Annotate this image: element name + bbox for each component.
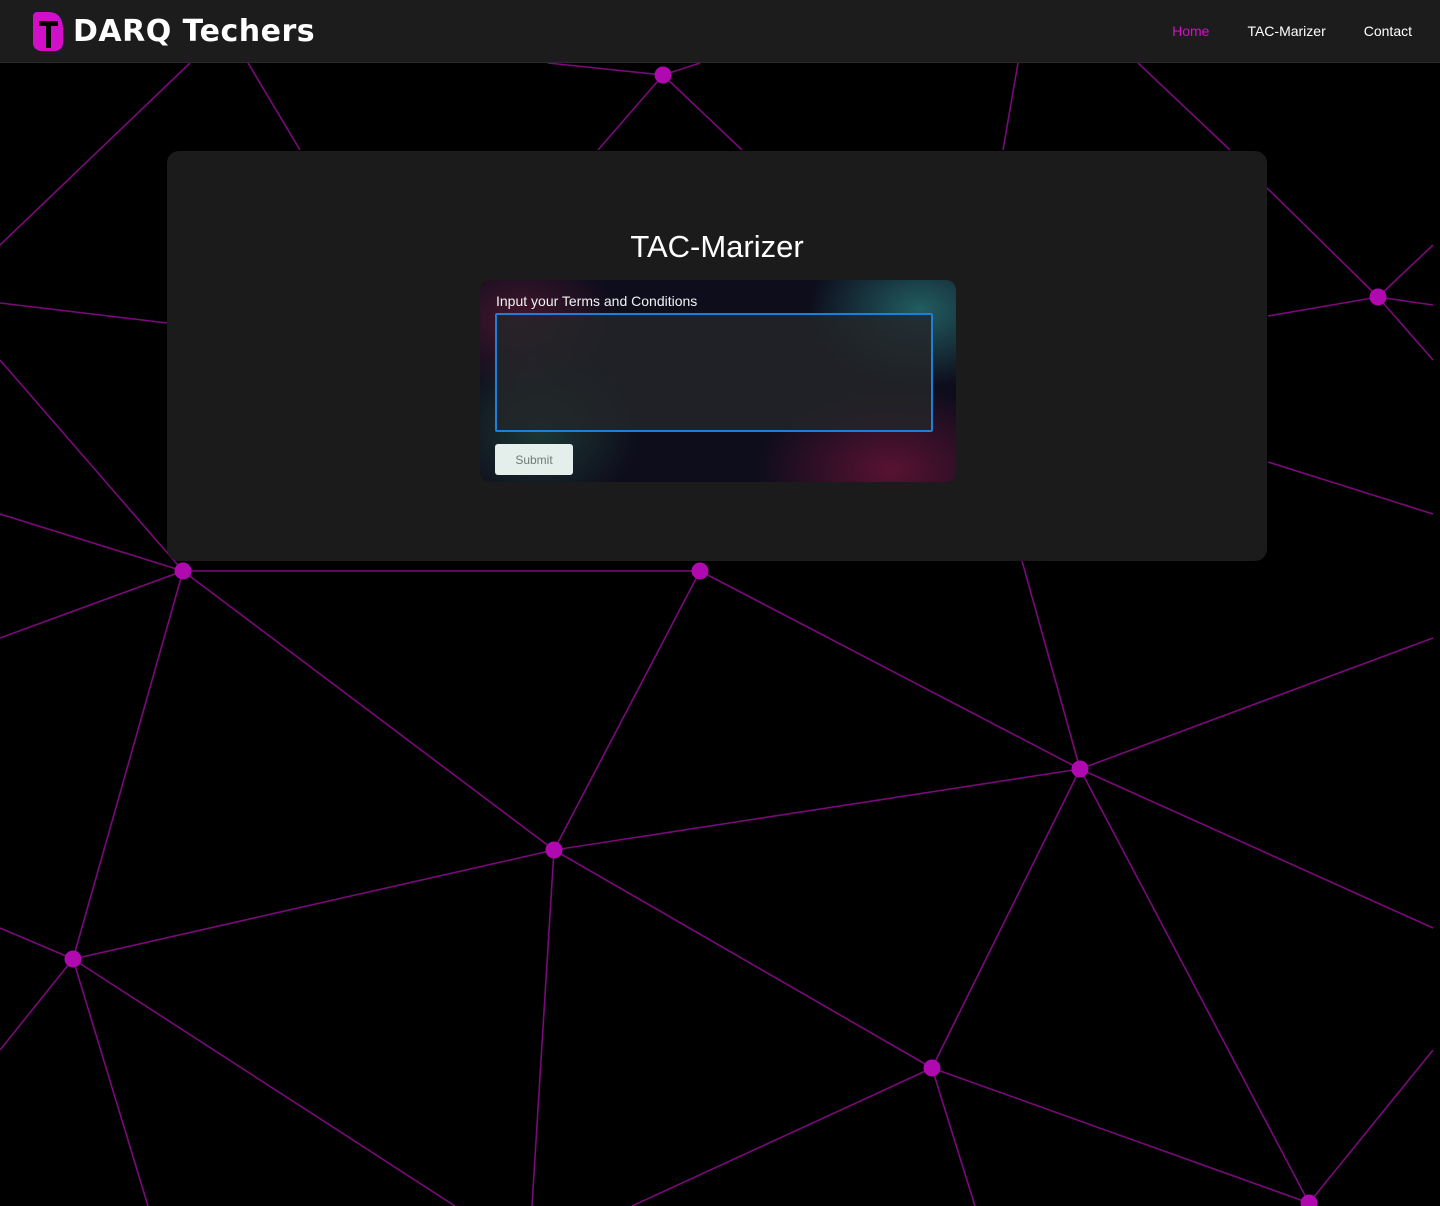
network-line: [1079, 768, 1434, 929]
network-line: [553, 849, 933, 1069]
network-line: [1377, 244, 1434, 298]
terms-textarea[interactable]: [495, 313, 933, 432]
network-node: [64, 950, 82, 968]
network-line: [0, 927, 74, 960]
nav-link-home[interactable]: Home: [1172, 23, 1209, 39]
tac-form: Input your Terms and Conditions Submit: [480, 280, 956, 482]
network-line: [699, 570, 1081, 770]
submit-button[interactable]: Submit: [495, 444, 573, 475]
form-label: Input your Terms and Conditions: [496, 293, 698, 309]
network-node: [691, 562, 709, 580]
network-node: [1071, 760, 1089, 778]
network-line: [662, 74, 743, 151]
network-line: [72, 570, 184, 960]
darq-t-logo-icon: [33, 11, 63, 51]
network-line: [1137, 62, 1231, 151]
network-line: [1377, 296, 1434, 361]
page-title: TAC-Marizer: [630, 229, 804, 264]
network-line: [1079, 637, 1434, 770]
network-line: [0, 958, 74, 1051]
main-nav: Home TAC-Marizer Contact: [1134, 0, 1412, 62]
network-line: [0, 62, 191, 246]
network-node: [923, 1059, 941, 1077]
network-line: [72, 958, 456, 1206]
network-node: [1369, 288, 1387, 306]
network-line: [72, 849, 555, 960]
network-node: [545, 841, 563, 859]
network-node: [174, 562, 192, 580]
network-line: [1264, 185, 1379, 298]
network-line: [0, 302, 168, 324]
network-line: [0, 513, 184, 572]
network-line: [531, 849, 555, 1206]
network-line: [553, 570, 701, 851]
brand-name: DARQ Techers: [73, 13, 316, 49]
network-line: [247, 62, 301, 151]
network-line: [931, 1067, 976, 1206]
network-line: [1308, 1049, 1434, 1204]
main-panel: TAC-Marizer Input your Terms and Conditi…: [167, 151, 1267, 561]
brand[interactable]: DARQ Techers: [33, 7, 315, 55]
network-line: [1021, 560, 1081, 770]
network-line: [547, 62, 664, 76]
network-line: [1002, 62, 1019, 151]
network-line: [931, 768, 1081, 1069]
network-line: [182, 570, 555, 851]
nav-link-contact[interactable]: Contact: [1364, 23, 1412, 39]
network-line: [0, 570, 184, 639]
network-line: [1079, 768, 1310, 1204]
network-line: [597, 74, 664, 151]
network-line: [1267, 461, 1434, 515]
network-line: [553, 768, 1081, 851]
network-node: [654, 66, 672, 84]
network-line: [72, 958, 149, 1206]
network-line: [0, 359, 184, 572]
network-line: [631, 1067, 933, 1206]
network-line: [1267, 296, 1379, 317]
network-line: [931, 1067, 1310, 1204]
navbar: DARQ Techers Home TAC-Marizer Contact: [0, 0, 1440, 63]
nav-link-tac-marizer[interactable]: TAC-Marizer: [1247, 23, 1325, 39]
